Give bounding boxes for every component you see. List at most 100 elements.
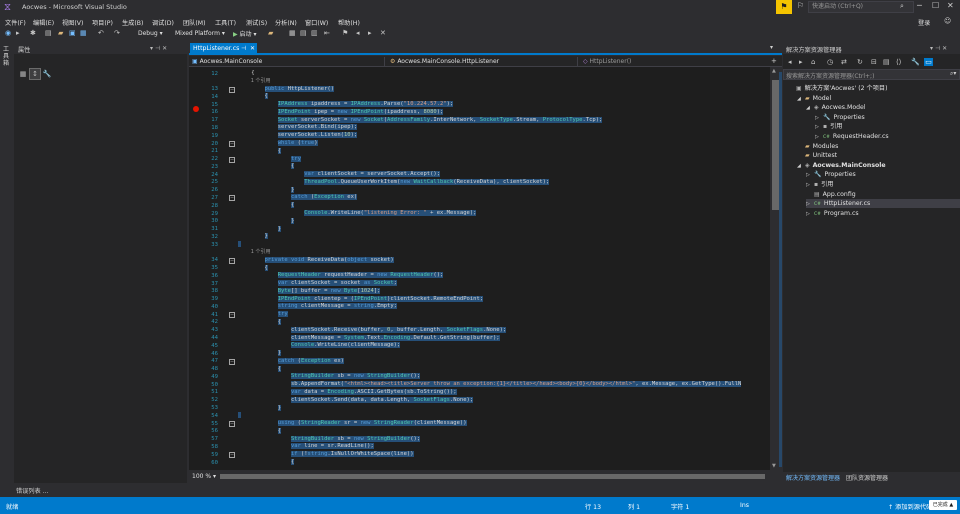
split-editor-icon[interactable]: + xyxy=(771,57,777,65)
error-list-tab[interactable]: 错误列表 ... xyxy=(16,486,49,495)
sync-icon[interactable]: ⇄ xyxy=(841,58,847,66)
tab-overflow-icon[interactable]: ▾ xyxy=(770,44,773,51)
search-options-icon[interactable]: ⌕▾ xyxy=(950,70,956,78)
new-project-icon[interactable]: ✱ xyxy=(30,29,36,37)
undo-icon[interactable]: ↶ xyxy=(98,29,104,37)
add-to-source-control[interactable]: ↑ 添加到源代码 xyxy=(888,502,932,511)
tree-item[interactable]: ▷ 🔧 Properties xyxy=(806,170,856,179)
tree-item[interactable]: ▷ ▪ 引用 xyxy=(806,180,833,189)
menu-edit[interactable]: 编辑(E) xyxy=(33,18,54,27)
expanded-arrow-icon[interactable]: ◢ xyxy=(806,104,812,113)
menu-debug[interactable]: 调试(D) xyxy=(152,18,174,27)
tree-item[interactable]: ▣ 解决方案'Aocwes' (2 个项目) xyxy=(788,84,888,93)
pin-icon[interactable]: ⊣ xyxy=(935,45,940,52)
configuration-select[interactable]: Debug ▾ xyxy=(138,29,163,39)
toolbar-icon-a[interactable]: ▦ xyxy=(289,29,296,37)
tab-team-explorer[interactable]: 团队资源管理器 xyxy=(846,473,888,482)
maximize-button[interactable]: ☐ xyxy=(932,1,939,10)
login-link[interactable]: 登录 xyxy=(918,18,930,27)
categorized-icon[interactable]: ▦ xyxy=(18,69,28,79)
dropdown-icon[interactable]: ▾ xyxy=(150,45,153,52)
tree-item[interactable]: ▷ C# HttpListener.cs xyxy=(806,199,960,209)
fold-toggle-icon[interactable]: − xyxy=(229,141,235,148)
refresh-icon[interactable]: ↻ xyxy=(857,58,863,66)
code-lens-references[interactable]: 1 个引用 xyxy=(238,78,271,86)
toolbox-tab[interactable]: 工具箱 xyxy=(3,46,11,67)
scroll-up-icon[interactable]: ▲ xyxy=(772,68,776,74)
menu-analyze[interactable]: 分析(N) xyxy=(275,18,297,27)
menu-window[interactable]: 窗口(W) xyxy=(305,18,328,27)
pending-changes-icon[interactable]: ◷ xyxy=(827,58,833,66)
properties-icon[interactable]: 🔧 xyxy=(911,58,920,66)
fold-toggle-icon[interactable]: − xyxy=(229,156,235,163)
bookmark-next-icon[interactable]: ▸ xyxy=(368,29,372,37)
bookmark-prev-icon[interactable]: ◂ xyxy=(356,29,360,37)
member-dropdown[interactable]: ◇ HttpListener() xyxy=(583,57,768,66)
tree-item[interactable]: ▷ 🔧 Properties xyxy=(815,113,865,122)
back-icon[interactable]: ◉ xyxy=(5,29,11,37)
close-icon[interactable]: ✕ xyxy=(162,45,167,52)
toolbar-icon-c[interactable]: ▥ xyxy=(311,29,318,37)
tree-item[interactable]: ▷ C# Program.cs xyxy=(806,209,859,218)
fold-toggle-icon[interactable]: − xyxy=(229,358,235,365)
start-debugging-button[interactable]: ▶ 启动 ▾ xyxy=(233,29,256,38)
tab-httplistener[interactable]: HttpListener.cs xyxy=(190,43,257,54)
tree-item[interactable]: ▰ Modules xyxy=(797,142,838,151)
scroll-down-icon[interactable]: ▼ xyxy=(772,463,776,469)
tree-item[interactable]: ◢ ▰ Model xyxy=(797,94,831,103)
menu-test[interactable]: 测试(S) xyxy=(246,18,267,27)
zoom-level[interactable]: 100 % ▾ xyxy=(192,473,216,480)
menu-team[interactable]: 团队(M) xyxy=(183,18,206,27)
tree-item[interactable]: ▷ ▪ 引用 xyxy=(815,122,842,131)
open-file-icon[interactable]: ▤ xyxy=(45,29,52,37)
editor-horizontal-thumb[interactable] xyxy=(220,474,765,479)
close-button[interactable]: ✕ xyxy=(947,1,954,10)
class-dropdown[interactable]: ⚙ Aocwes.MainConsole.HttpListener xyxy=(390,57,578,66)
fold-toggle-icon[interactable]: − xyxy=(229,195,235,202)
platform-select[interactable]: Mixed Platform ▾ xyxy=(175,29,225,39)
view-code-icon[interactable]: ⟨⟩ xyxy=(896,58,901,66)
tab-pin-icon[interactable]: ⊣ xyxy=(241,43,246,54)
tree-item[interactable]: ▰ Unittest xyxy=(797,151,837,160)
fold-toggle-icon[interactable]: − xyxy=(229,257,235,264)
collapsed-arrow-icon[interactable]: ▷ xyxy=(806,210,812,219)
fold-toggle-icon[interactable]: − xyxy=(229,312,235,319)
menu-view[interactable]: 视图(V) xyxy=(62,18,83,27)
tree-item[interactable]: ▷ C# RequestHeader.cs xyxy=(815,132,889,141)
dropdown-icon[interactable]: ▾ xyxy=(930,45,933,52)
code-lens-references[interactable]: 1 个引用 xyxy=(238,249,271,257)
tree-item[interactable]: ◢ ◈ Aocwes.MainConsole xyxy=(797,161,886,170)
browser-link-icon[interactable]: ▰ xyxy=(268,29,273,37)
menu-build[interactable]: 生成(B) xyxy=(122,18,143,27)
fold-toggle-icon[interactable]: − xyxy=(229,86,235,93)
property-pages-icon[interactable]: 🔧 xyxy=(42,69,52,79)
menu-file[interactable]: 文件(F) xyxy=(5,18,26,27)
forward-icon[interactable]: ▸ xyxy=(799,58,803,66)
account-icon[interactable]: ☺ xyxy=(944,17,951,25)
feedback-flag-icon[interactable]: ⚐ xyxy=(797,1,804,10)
save-all-icon[interactable]: ▦ xyxy=(80,29,87,37)
minimize-button[interactable]: ─ xyxy=(917,1,922,10)
close-icon[interactable]: ✕ xyxy=(942,45,947,52)
bookmark-icon[interactable]: ⚑ xyxy=(342,29,348,37)
collapse-all-icon[interactable]: ⊟ xyxy=(871,58,877,66)
tree-item[interactable]: ◢ ◈ Aocwes.Model xyxy=(806,103,866,112)
home-icon[interactable]: ⌂ xyxy=(811,58,815,66)
quick-launch-input[interactable]: 快速启动 (Ctrl+Q) xyxy=(808,1,914,13)
expanded-arrow-icon[interactable]: ◢ xyxy=(797,95,803,104)
open-folder-icon[interactable]: ▰ xyxy=(58,29,63,37)
breakpoint-icon[interactable] xyxy=(193,106,199,112)
bookmark-clear-icon[interactable]: ✕ xyxy=(380,29,386,37)
editor-scroll-thumb[interactable] xyxy=(772,80,779,210)
project-dropdown[interactable]: ▣ Aocwes.MainConsole xyxy=(192,57,385,66)
back-icon[interactable]: ◂ xyxy=(788,58,792,66)
preview-icon[interactable]: ▭ xyxy=(924,58,933,66)
pin-icon[interactable]: ⊣ xyxy=(155,45,160,52)
save-icon[interactable]: ▣ xyxy=(69,29,76,37)
redo-icon[interactable]: ↷ xyxy=(114,29,120,37)
tab-close-icon[interactable]: ✕ xyxy=(250,43,255,54)
forward-icon[interactable]: ▸ xyxy=(16,29,20,37)
expanded-arrow-icon[interactable]: ◢ xyxy=(797,162,803,171)
notification-icon[interactable]: ⚑ xyxy=(776,0,792,14)
menu-project[interactable]: 项目(P) xyxy=(92,18,113,27)
